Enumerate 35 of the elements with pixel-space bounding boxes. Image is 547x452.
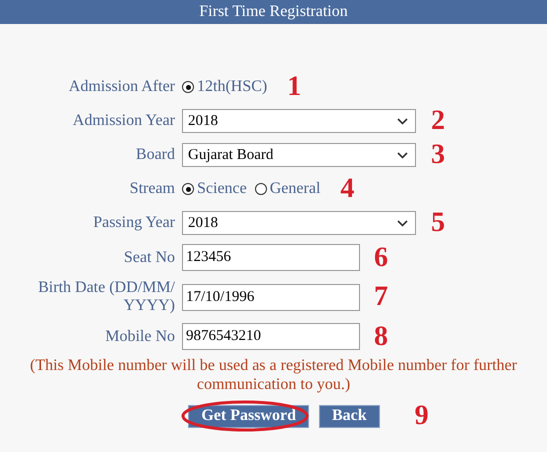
radio-label[interactable]: General [270, 180, 320, 198]
input-field[interactable]: 9876543210 [182, 323, 360, 350]
field-label: Board [134, 146, 175, 164]
dropdown[interactable]: Gujarat Board [182, 143, 416, 167]
mobile-note: (This Mobile number will be used as a registered Mobile number for further communication to you.) [29, 356, 518, 394]
annotation-number: 8 [374, 324, 388, 348]
field-label: Admission Year [72, 112, 175, 130]
chevron-down-icon [397, 152, 408, 158]
annotation-number: 3 [431, 143, 445, 167]
radio-label[interactable]: Science [197, 180, 247, 198]
radio-button[interactable] [182, 183, 194, 195]
input-field[interactable]: 17/10/1996 [182, 284, 360, 310]
field-label: Mobile No [104, 328, 175, 346]
radio-button[interactable] [254, 183, 267, 195]
field-label: Admission After [68, 78, 175, 96]
form-title: First Time Registration [199, 3, 348, 21]
input-field[interactable]: 123456 [182, 244, 360, 271]
field-label: Stream [128, 180, 175, 198]
field-label: Birth Date (DD/MM/YYYY) [37, 279, 175, 315]
annotation-number: 4 [340, 177, 354, 201]
chevron-down-icon [397, 118, 408, 124]
radio-label[interactable]: 12th(HSC) [197, 78, 268, 96]
annotation-number: 2 [431, 109, 445, 133]
form-button[interactable]: Back [318, 404, 380, 428]
chevron-down-icon [397, 220, 408, 226]
annotation-number: 7 [374, 285, 388, 309]
annotation-number: 5 [431, 211, 445, 235]
field-label: Seat No [122, 248, 175, 266]
radio-button[interactable] [182, 81, 194, 93]
annotation-number: 6 [374, 246, 388, 270]
dropdown[interactable]: 2018 [182, 109, 416, 133]
dropdown[interactable]: 2018 [182, 211, 416, 235]
field-label: Passing Year [92, 214, 175, 232]
annotation-number: 9 [414, 404, 429, 428]
annotation-number: 1 [287, 75, 302, 99]
